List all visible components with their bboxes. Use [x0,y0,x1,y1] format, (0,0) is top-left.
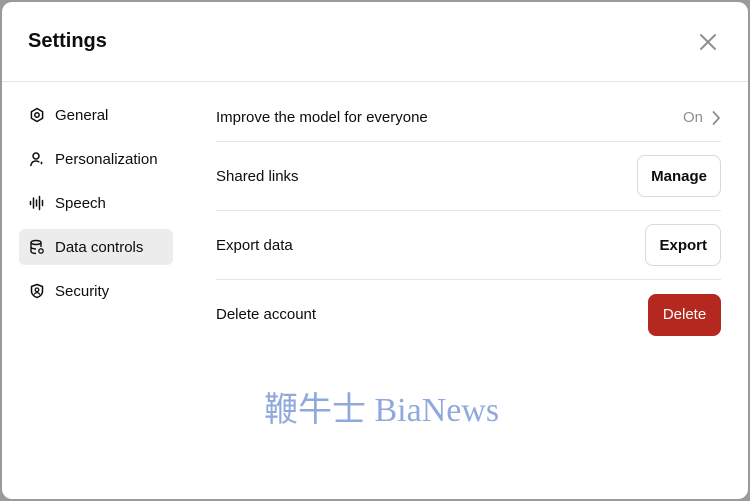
data-controls-panel: Improve the model for everyone On Shared… [216,94,721,349]
sidebar-item-label: Speech [55,194,106,212]
close-icon [700,34,716,50]
shared-links-label: Shared links [216,167,299,185]
sidebar-item-label: Personalization [55,150,158,168]
sidebar-item-security[interactable]: Security [19,273,173,309]
improve-model-value: On [682,109,703,126]
sidebar-item-general[interactable]: General [19,97,173,133]
delete-account-row: Delete account Delete [216,280,721,349]
database-icon [29,239,45,255]
export-data-label: Export data [216,236,293,254]
improve-model-row[interactable]: Improve the model for everyone On [216,94,721,142]
improve-model-toggle[interactable]: On [683,109,721,126]
manage-button[interactable]: Manage [637,155,721,197]
dialog-title: Settings [28,30,107,52]
settings-sidebar: General Personalization Speech Data cont… [19,97,173,317]
dialog-header: Settings [2,2,748,82]
watermark: 鞭牛士 BiaNews [264,392,500,429]
delete-button[interactable]: Delete [648,293,721,336]
shared-links-row: Shared links Manage [216,142,721,211]
improve-model-label: Improve the model for everyone [216,109,428,126]
sidebar-item-data-controls[interactable]: Data controls [19,229,173,265]
waveform-icon [29,195,45,211]
chevron-right-icon [711,110,721,126]
shield-user-icon [29,283,45,299]
sidebar-item-label: Security [55,282,110,300]
export-data-row: Export data Export [216,211,721,280]
sidebar-item-label: General [55,106,109,124]
delete-account-label: Delete account [216,306,317,323]
close-button[interactable] [696,30,720,54]
sidebar-item-label: Data controls [55,238,144,256]
sidebar-item-personalization[interactable]: Personalization [19,141,173,177]
gear-icon [29,107,45,123]
settings-dialog: Settings General Personalization Speech … [2,2,748,499]
export-button[interactable]: Export [645,224,721,266]
person-icon [29,151,45,167]
sidebar-item-speech[interactable]: Speech [19,185,173,221]
